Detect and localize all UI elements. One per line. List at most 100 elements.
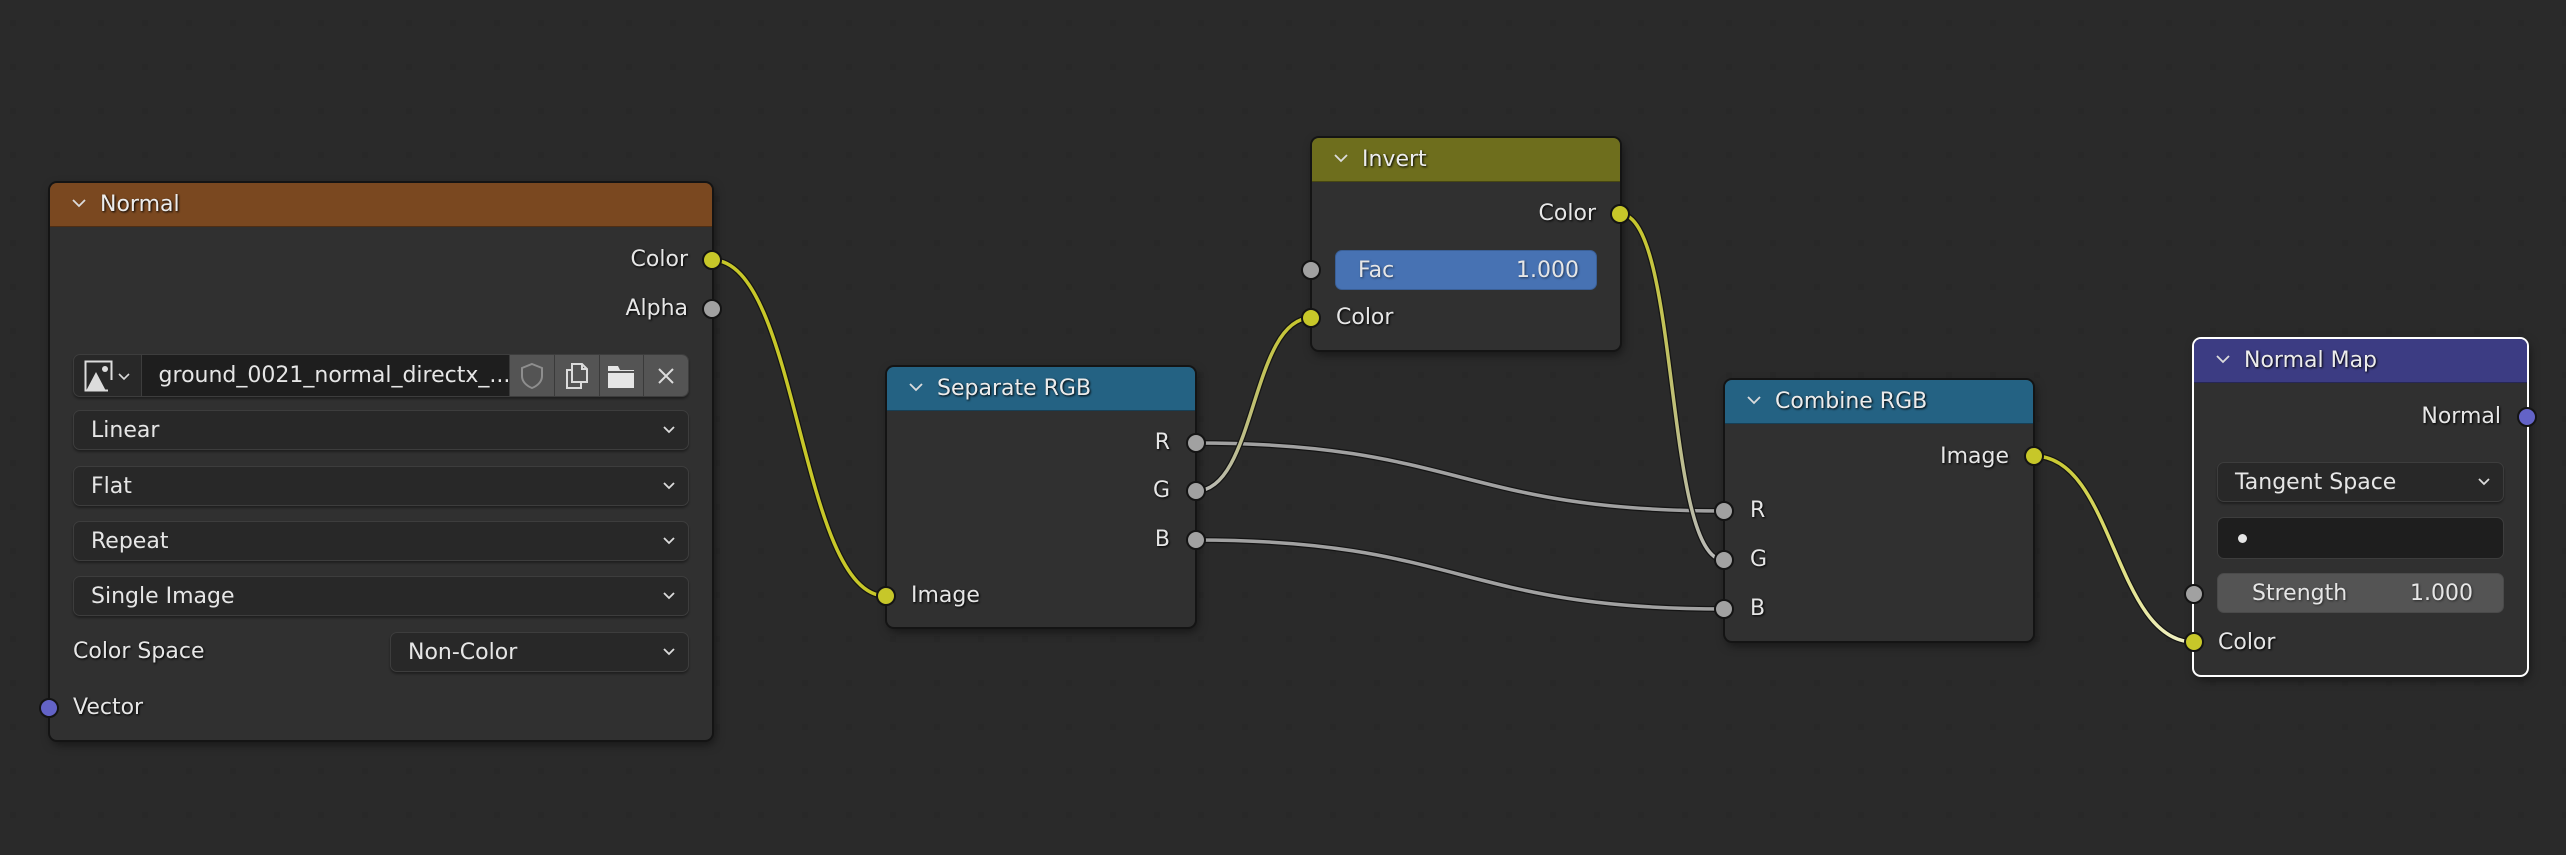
chevron-down-icon xyxy=(663,537,675,545)
grid-dot xyxy=(1506,548,1512,554)
grid-dot xyxy=(714,372,720,378)
fac-slider[interactable]: Fac 1.000 xyxy=(1335,250,1597,290)
input-socket-color[interactable] xyxy=(1301,308,1321,328)
collapse-chevron-icon[interactable] xyxy=(909,380,923,394)
duplicate-image-button[interactable] xyxy=(553,355,599,396)
image-name-field[interactable]: ground_0021_normal_directx_... xyxy=(141,355,510,396)
grid-dot xyxy=(1902,196,1908,202)
unlink-image-button[interactable] xyxy=(643,355,688,396)
node-header[interactable]: Separate RGB xyxy=(887,367,1195,411)
grid-dot xyxy=(1330,64,1336,70)
grid-dot xyxy=(2474,64,2480,70)
space-dropdown[interactable]: Tangent Space xyxy=(2217,462,2504,502)
grid-dot xyxy=(1110,196,1116,202)
output-socket-b[interactable] xyxy=(1186,530,1206,550)
uv-map-field[interactable] xyxy=(2217,517,2504,559)
grid-dot xyxy=(1946,768,1952,774)
invert-node[interactable]: Invert Color Fac 1.000 Color xyxy=(1312,138,1620,350)
collapse-chevron-icon[interactable] xyxy=(1747,393,1761,407)
grid-dot xyxy=(2254,284,2260,290)
combine-rgb-node[interactable]: Combine RGB Image R G B xyxy=(1725,380,2033,641)
grid-dot xyxy=(714,768,720,774)
grid-dot xyxy=(1858,328,1864,334)
grid-dot xyxy=(1242,284,1248,290)
input-socket-color[interactable] xyxy=(2184,632,2204,652)
grid-dot xyxy=(2210,240,2216,246)
grid-dot xyxy=(1198,416,1204,422)
output-socket-image[interactable] xyxy=(2024,446,2044,466)
grid-dot xyxy=(2254,20,2260,26)
normal-map-node[interactable]: Normal Map Normal Tangent Space Strength… xyxy=(2194,339,2527,675)
output-socket-r[interactable] xyxy=(1186,433,1206,453)
input-socket-g[interactable] xyxy=(1714,550,1734,570)
grid-dot xyxy=(1550,416,1556,422)
projection-dropdown[interactable]: Flat xyxy=(73,466,689,506)
node-header[interactable]: Normal xyxy=(50,183,712,227)
output-socket-color[interactable] xyxy=(702,250,722,270)
grid-dot xyxy=(2210,196,2216,202)
node-header[interactable]: Invert xyxy=(1312,138,1620,182)
grid-dot xyxy=(802,680,808,686)
collapse-chevron-icon[interactable] xyxy=(2216,352,2230,366)
grid-dot xyxy=(1550,680,1556,686)
extension-dropdown[interactable]: Repeat xyxy=(73,521,689,561)
node-header[interactable]: Normal Map xyxy=(2194,339,2527,383)
output-socket-normal[interactable] xyxy=(2517,407,2537,427)
output-socket-alpha[interactable] xyxy=(702,299,722,319)
grid-dot xyxy=(1858,240,1864,246)
grid-dot xyxy=(1638,240,1644,246)
input-socket-vector[interactable] xyxy=(39,698,59,718)
output-socket-color[interactable] xyxy=(1610,204,1630,224)
image-selector[interactable]: ground_0021_normal_directx_... xyxy=(73,354,689,397)
grid-dot xyxy=(846,328,852,334)
browse-image-button[interactable] xyxy=(74,355,142,396)
grid-dot xyxy=(1858,812,1864,818)
grid-dot xyxy=(670,768,676,774)
input-socket-r[interactable] xyxy=(1714,501,1734,521)
source-dropdown[interactable]: Single Image xyxy=(73,576,689,616)
grid-dot xyxy=(186,108,192,114)
grid-dot xyxy=(362,812,368,818)
fac-value: 1.000 xyxy=(1516,257,1579,283)
output-socket-g[interactable] xyxy=(1186,481,1206,501)
grid-dot xyxy=(1506,680,1512,686)
grid-dot xyxy=(2166,812,2172,818)
node-header[interactable]: Combine RGB xyxy=(1725,380,2033,424)
grid-dot xyxy=(10,20,16,26)
grid-dot xyxy=(1462,768,1468,774)
interpolation-dropdown[interactable]: Linear xyxy=(73,410,689,450)
grid-dot xyxy=(714,284,720,290)
grid-dot xyxy=(758,504,764,510)
color-space-dropdown[interactable]: Non-Color xyxy=(390,632,689,672)
grid-dot xyxy=(1418,504,1424,510)
grid-dot xyxy=(1682,152,1688,158)
input-socket-strength[interactable] xyxy=(2184,584,2204,604)
image-texture-node[interactable]: Normal Color Alpha ground_0021_normal_di… xyxy=(50,183,712,740)
grid-dot xyxy=(1286,548,1292,554)
grid-dot xyxy=(1946,724,1952,730)
chevron-down-icon xyxy=(663,648,675,656)
input-socket-image[interactable] xyxy=(876,586,896,606)
grid-dot xyxy=(2386,240,2392,246)
grid-dot xyxy=(670,812,676,818)
input-socket-fac[interactable] xyxy=(1301,260,1321,280)
collapse-chevron-icon[interactable] xyxy=(1334,151,1348,165)
collapse-chevron-icon[interactable] xyxy=(72,196,86,210)
open-image-button[interactable] xyxy=(598,355,644,396)
grid-dot xyxy=(1990,108,1996,114)
grid-dot xyxy=(1022,152,1028,158)
grid-dot xyxy=(1726,284,1732,290)
grid-dot xyxy=(1418,592,1424,598)
grid-dot xyxy=(1858,64,1864,70)
input-socket-b[interactable] xyxy=(1714,599,1734,619)
dropdown-value: Single Image xyxy=(91,583,235,609)
grid-dot xyxy=(846,636,852,642)
grid-dot xyxy=(1990,64,1996,70)
grid-dot xyxy=(406,812,412,818)
close-x-icon xyxy=(658,367,674,384)
grid-dot xyxy=(626,768,632,774)
separate-rgb-node[interactable]: Separate RGB R G B Image xyxy=(887,367,1195,627)
fake-user-button[interactable] xyxy=(509,355,554,396)
strength-field[interactable]: Strength 1.000 xyxy=(2217,573,2504,613)
grid-dot xyxy=(1242,108,1248,114)
